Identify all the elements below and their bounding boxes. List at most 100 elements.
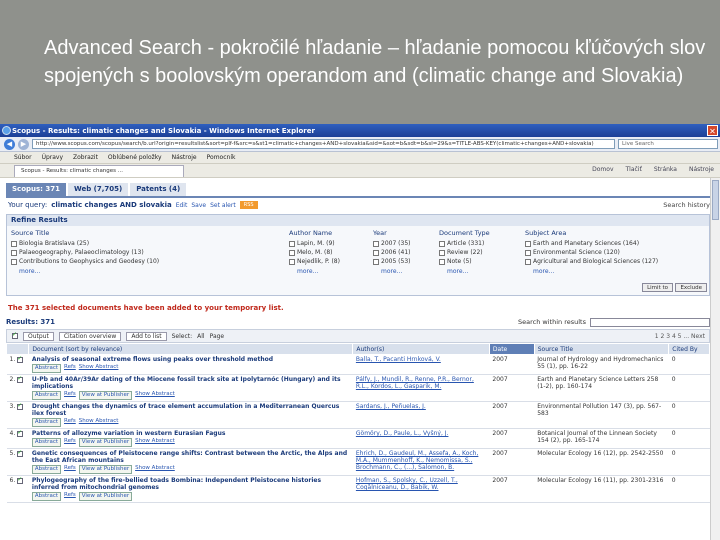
result-title-link[interactable]: U-Pb and 40Ar/39Ar dating of the Miocene… (32, 376, 350, 390)
result-authors[interactable]: Ehrich, D., Gaudeul, M., Assefa, A., Koc… (352, 448, 490, 476)
result-title-link[interactable]: Phylogeography of the fire-bellied toads… (32, 477, 350, 491)
checkbox[interactable] (525, 240, 531, 247)
facet-item[interactable]: 2007 (35) (373, 239, 437, 248)
menu-item-file[interactable]: Súbor (14, 154, 32, 161)
limit-to-button[interactable]: Limit to (642, 283, 673, 292)
scroll-thumb[interactable] (712, 180, 719, 220)
result-authors[interactable]: Sardans, J., Peñuelas, J. (352, 401, 490, 429)
row-checkbox[interactable] (17, 402, 24, 410)
checkbox[interactable] (439, 258, 445, 265)
facet-item[interactable]: Environmental Science (120) (525, 248, 705, 257)
checkbox[interactable] (439, 249, 445, 256)
show-abstract-link[interactable]: Show Abstract (79, 364, 119, 373)
refs-link[interactable]: Refs (64, 438, 76, 447)
checkbox[interactable] (11, 240, 17, 247)
output-button[interactable]: Output (23, 331, 54, 341)
refs-link[interactable]: Refs (64, 492, 76, 501)
show-abstract-link[interactable]: Show Abstract (135, 391, 175, 400)
print-button[interactable]: Tlačiť (626, 166, 642, 173)
tab-scopus[interactable]: Scopus: 371 (6, 183, 67, 196)
checkbox[interactable] (11, 258, 17, 265)
checkbox[interactable] (525, 258, 531, 265)
facet-item[interactable]: Lapin, M. (9) (289, 239, 369, 248)
abstract-link[interactable]: Abstract (31, 391, 61, 400)
more-link[interactable]: more... (11, 268, 281, 275)
facet-item[interactable]: 2006 (41) (373, 248, 437, 257)
select-page-link[interactable]: Page (210, 333, 225, 340)
more-link[interactable]: more... (525, 268, 705, 275)
menu-item-tools[interactable]: Nástroje (172, 154, 197, 161)
row-checkbox[interactable] (17, 375, 24, 383)
checkbox[interactable] (11, 249, 17, 256)
result-authors[interactable]: Pálfy, J., Mundil, R., Renne, P.R., Bern… (352, 374, 490, 402)
facet-item[interactable]: Agricultural and Biological Sciences (12… (525, 257, 705, 266)
row-checkbox[interactable] (17, 449, 24, 457)
view-at-publisher-link[interactable]: View at Publisher (78, 465, 133, 474)
select-all-link[interactable]: All (197, 333, 204, 340)
row-checkbox[interactable] (17, 355, 24, 363)
refs-link[interactable]: Refs (64, 465, 76, 474)
edit-query-link[interactable]: Edit (176, 202, 188, 209)
abstract-link[interactable]: Abstract (31, 364, 61, 373)
facet-item[interactable]: Contributions to Geophysics and Geodesy … (11, 257, 281, 266)
more-link[interactable]: more... (373, 268, 437, 275)
menu-item-edit[interactable]: Úpravy (42, 154, 63, 161)
facet-item[interactable]: Review (22) (439, 248, 521, 257)
url-field[interactable]: http://www.scopus.com/scopus/search/b.ur… (32, 139, 615, 149)
show-abstract-link[interactable]: Show Abstract (135, 438, 175, 447)
row-checkbox[interactable] (17, 429, 24, 437)
result-authors[interactable]: Gömöry, D., Paule, L., Vyšný, J. (352, 428, 490, 449)
checkbox[interactable] (289, 258, 295, 265)
facet-item[interactable]: Palaeogeography, Palaeoclimatology (13) (11, 248, 281, 257)
select-all-checkbox[interactable] (12, 331, 18, 339)
search-history-link[interactable]: Search history (663, 201, 710, 209)
checkbox[interactable] (373, 258, 379, 265)
show-abstract-link[interactable]: Show Abstract (135, 465, 175, 474)
close-icon[interactable]: ✕ (707, 125, 718, 136)
column-authors[interactable]: Author(s) (352, 343, 490, 355)
live-search-input[interactable]: Live Search (618, 139, 718, 149)
refs-link[interactable]: Refs (64, 418, 76, 427)
row-checkbox[interactable] (17, 476, 24, 484)
column-cited-by[interactable]: Cited By (668, 343, 710, 355)
forward-arrow-icon[interactable]: ▶ (18, 138, 29, 150)
view-at-publisher-link[interactable]: View at Publisher (78, 391, 133, 400)
abstract-link[interactable]: Abstract (31, 438, 61, 447)
menu-item-favorites[interactable]: Oblúbené položky (108, 154, 162, 161)
vertical-scrollbar[interactable] (710, 178, 720, 540)
abstract-link[interactable]: Abstract (31, 492, 61, 501)
facet-item[interactable]: Article (331) (439, 239, 521, 248)
add-to-list-button[interactable]: Add to list (126, 331, 167, 341)
checkbox[interactable] (439, 240, 445, 247)
menu-item-help[interactable]: Pomocník (207, 154, 236, 161)
tab-patents[interactable]: Patents (4) (130, 183, 187, 196)
more-link[interactable]: more... (439, 268, 521, 275)
result-title-link[interactable]: Drought changes the dynamics of trace el… (32, 403, 350, 417)
abstract-link[interactable]: Abstract (31, 465, 61, 474)
facet-item[interactable]: 2005 (53) (373, 257, 437, 266)
checkbox[interactable] (373, 240, 379, 247)
save-query-link[interactable]: Save (191, 202, 206, 209)
result-authors[interactable]: Hofman, S., Spolsky, C., Uzzell, T., Cog… (352, 475, 490, 503)
result-title-link[interactable]: Genetic consequences of Pleistocene rang… (32, 450, 350, 464)
abstract-link[interactable]: Abstract (31, 418, 61, 427)
result-title-link[interactable]: Analysis of seasonal extreme flows using… (32, 356, 350, 363)
search-within-input[interactable] (590, 317, 710, 327)
column-document[interactable]: Document (sort by relevance) (28, 343, 354, 355)
refs-link[interactable]: Refs (64, 364, 76, 373)
back-arrow-icon[interactable]: ◀ (4, 138, 15, 150)
set-alert-link[interactable]: Set alert (210, 202, 236, 209)
facet-item[interactable]: Nejedlik, P. (8) (289, 257, 369, 266)
exclude-button[interactable]: Exclude (675, 283, 707, 292)
column-date[interactable]: Date (488, 343, 535, 355)
tools-button[interactable]: Nástroje (689, 166, 714, 173)
tab-web[interactable]: Web (7,705) (68, 183, 129, 196)
column-source-title[interactable]: Source Title (533, 343, 670, 355)
view-at-publisher-link[interactable]: View at Publisher (78, 492, 133, 501)
refs-link[interactable]: Refs (64, 391, 76, 400)
checkbox[interactable] (373, 249, 379, 256)
checkbox[interactable] (289, 240, 295, 247)
show-abstract-link[interactable]: Show Abstract (79, 418, 119, 427)
facet-item[interactable]: Note (5) (439, 257, 521, 266)
view-at-publisher-link[interactable]: View at Publisher (78, 438, 133, 447)
